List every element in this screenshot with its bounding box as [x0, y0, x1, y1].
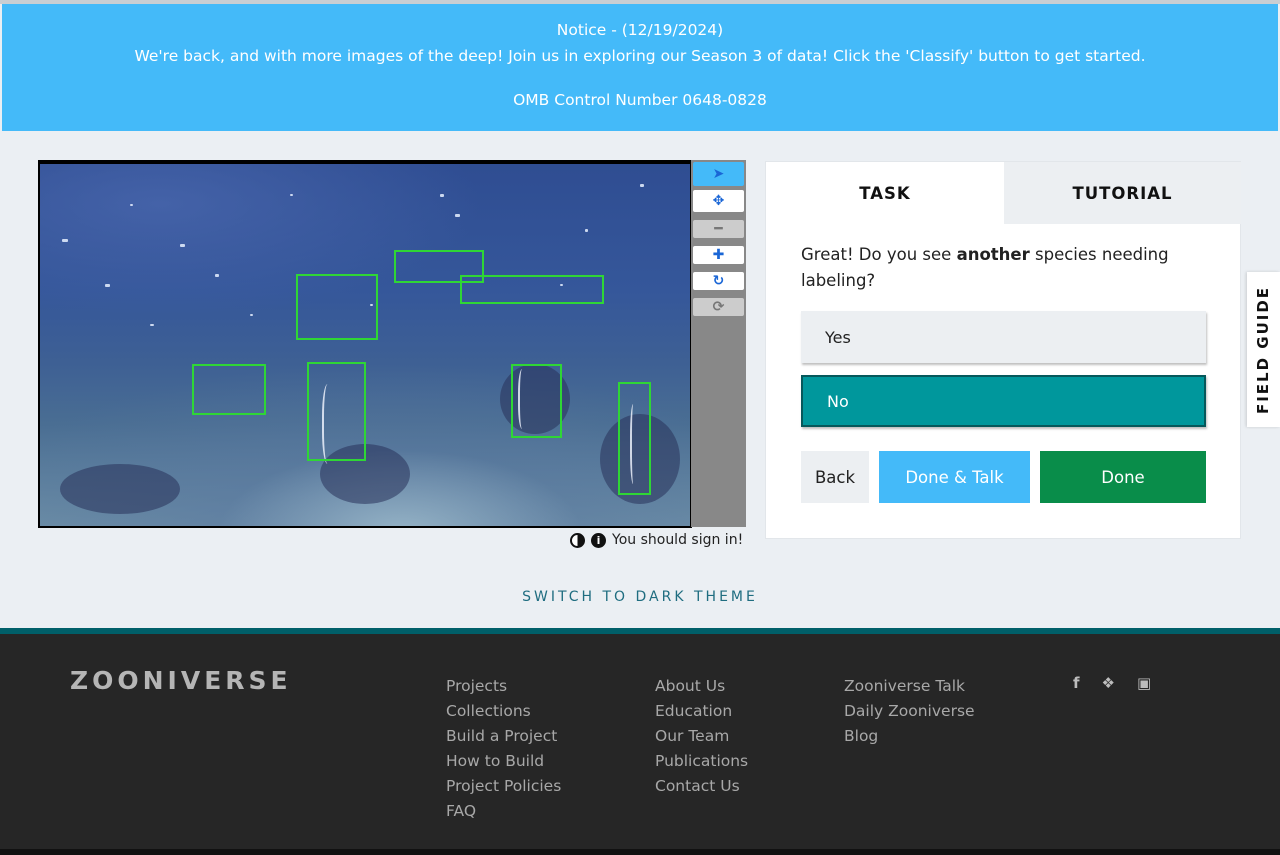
- particle: [62, 239, 68, 242]
- footer-link[interactable]: Education: [655, 699, 748, 724]
- back-button[interactable]: Back: [801, 451, 869, 503]
- rock: [60, 464, 180, 514]
- footer-link[interactable]: Daily Zooniverse: [844, 699, 975, 724]
- footer-column-projects: Projects Collections Build a Project How…: [446, 674, 561, 824]
- footer-link[interactable]: Project Policies: [446, 774, 561, 799]
- particle: [215, 274, 219, 277]
- info-icon[interactable]: i: [591, 532, 606, 548]
- particle: [440, 194, 444, 197]
- particle: [180, 244, 185, 247]
- footer-column-talk: Zooniverse Talk Daily Zooniverse Blog: [844, 674, 975, 749]
- contrast-icon[interactable]: [570, 532, 585, 548]
- tab-task[interactable]: TASK: [766, 162, 1004, 224]
- particle: [455, 214, 460, 217]
- annotation-box[interactable]: [307, 362, 366, 461]
- notice-message: We're back, and with more images of the …: [134, 47, 1146, 65]
- task-question: Great! Do you see another species needin…: [801, 242, 1201, 294]
- footer-column-about: About Us Education Our Team Publications…: [655, 674, 748, 799]
- particle: [585, 229, 588, 232]
- footer-link[interactable]: Zooniverse Talk: [844, 674, 975, 699]
- pointer-icon[interactable]: ➤: [693, 162, 744, 186]
- done-and-talk-button[interactable]: Done & Talk: [879, 451, 1030, 503]
- field-guide-tab[interactable]: FIELD GUIDE: [1247, 272, 1280, 427]
- subject-image[interactable]: [40, 164, 690, 526]
- annotation-box[interactable]: [192, 364, 266, 415]
- annotation-box[interactable]: [460, 275, 604, 304]
- social-links: f ❖ ▣: [1073, 674, 1151, 692]
- answer-yes[interactable]: Yes: [801, 311, 1206, 363]
- facebook-icon[interactable]: f: [1073, 674, 1080, 692]
- tab-tutorial[interactable]: TUTORIAL: [1004, 162, 1241, 224]
- particle: [640, 184, 644, 187]
- field-guide-label: FIELD GUIDE: [1254, 285, 1273, 414]
- sign-in-notice: i You should sign in!: [570, 532, 743, 548]
- footer-link[interactable]: FAQ: [446, 799, 561, 824]
- particle: [290, 194, 293, 196]
- footer-link[interactable]: How to Build: [446, 749, 561, 774]
- annotation-box[interactable]: [296, 274, 378, 340]
- particle: [130, 204, 133, 206]
- subject-viewer[interactable]: [38, 160, 692, 528]
- footer-link[interactable]: About Us: [655, 674, 748, 699]
- question-text-start: Great! Do you see: [801, 245, 957, 264]
- sign-in-text: You should sign in!: [612, 532, 744, 548]
- footer-link[interactable]: Collections: [446, 699, 561, 724]
- rotate-icon[interactable]: ↻: [693, 272, 744, 290]
- site-footer: ZOONIVERSE Projects Collections Build a …: [0, 628, 1280, 855]
- answer-no[interactable]: No: [801, 375, 1206, 427]
- move-icon[interactable]: ✥: [693, 190, 744, 212]
- footer-link[interactable]: Publications: [655, 749, 748, 774]
- omb-control-number: OMB Control Number 0648-0828: [513, 91, 767, 109]
- zooniverse-logo[interactable]: ZOONIVERSE: [70, 666, 292, 695]
- footer-link[interactable]: Build a Project: [446, 724, 561, 749]
- footer-link[interactable]: Contact Us: [655, 774, 748, 799]
- particle: [150, 324, 154, 326]
- footer-link[interactable]: Blog: [844, 724, 975, 749]
- instagram-icon[interactable]: ▣: [1137, 674, 1151, 692]
- zoom-in-icon[interactable]: ✚: [693, 246, 744, 264]
- task-panel: TASK TUTORIAL Great! Do you see another …: [765, 161, 1241, 539]
- annotation-box[interactable]: [618, 382, 651, 495]
- switch-theme-link[interactable]: SWITCH TO DARK THEME: [0, 589, 1280, 605]
- done-button[interactable]: Done: [1040, 451, 1206, 503]
- reset-icon[interactable]: ⟳: [693, 298, 744, 316]
- notice-title: Notice - (12/19/2024): [556, 21, 724, 39]
- footer-link[interactable]: Projects: [446, 674, 561, 699]
- question-emphasis: another: [956, 245, 1030, 264]
- zoom-out-icon[interactable]: ━: [693, 220, 744, 238]
- annotation-box[interactable]: [511, 364, 562, 438]
- bottom-border: [0, 849, 1280, 855]
- image-toolbar: ➤ ✥ ━ ✚ ↻ ⟳: [691, 160, 746, 527]
- particle: [250, 314, 253, 316]
- particle: [105, 284, 110, 287]
- twitter-icon[interactable]: ❖: [1102, 674, 1115, 692]
- footer-link[interactable]: Our Team: [655, 724, 748, 749]
- notice-banner: Notice - (12/19/2024) We're back, and wi…: [2, 4, 1278, 131]
